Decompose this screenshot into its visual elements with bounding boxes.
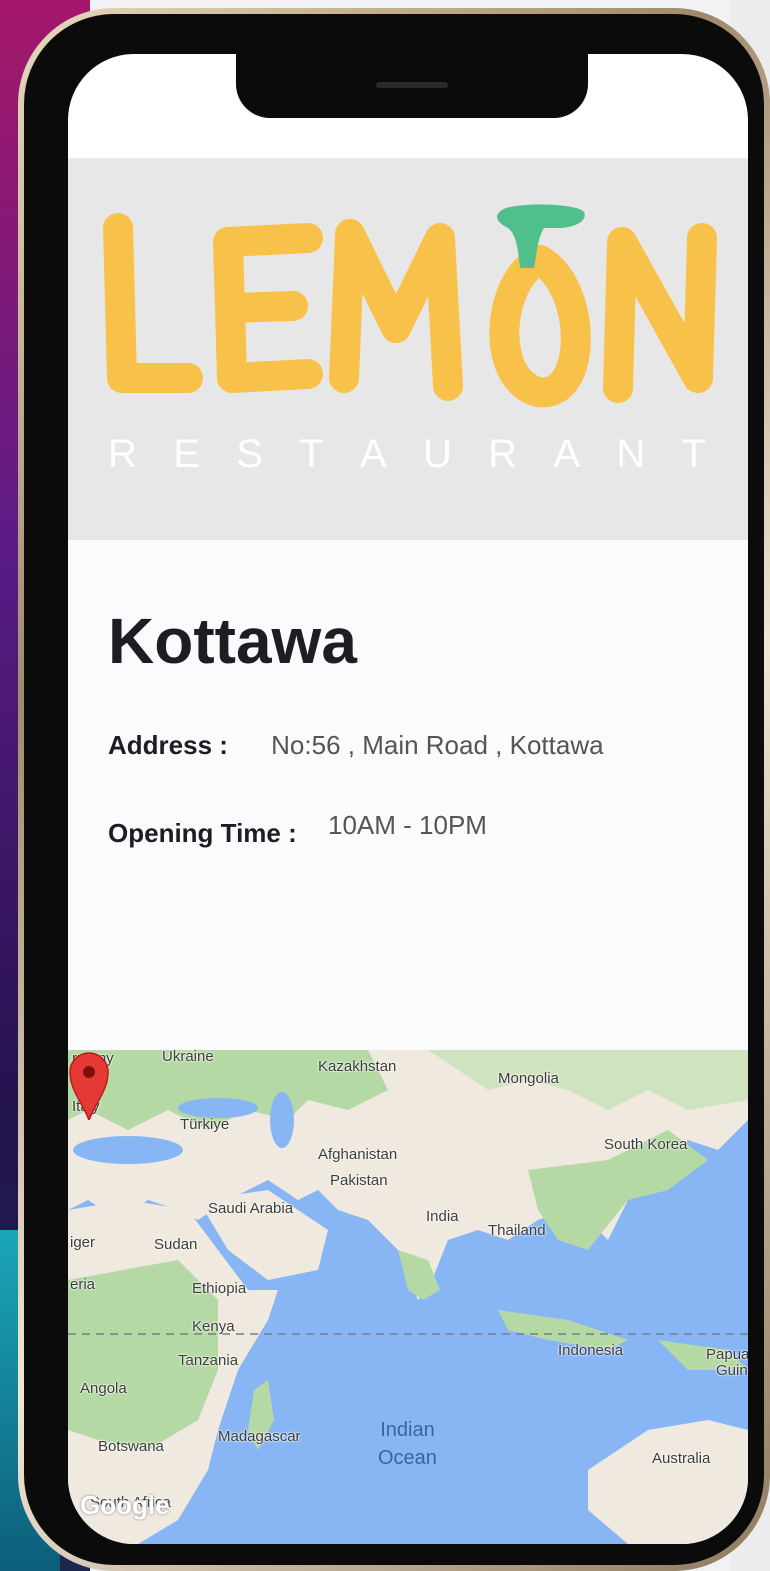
map-label-thailand: Thailand — [488, 1222, 546, 1239]
map-label-nigeria: eria — [70, 1276, 96, 1293]
map-label-saudi-arabia: Saudi Arabia — [208, 1200, 294, 1217]
location-map[interactable]: rmany Ukraine Kazakhstan Mongolia Italy … — [68, 1050, 748, 1544]
phone-screen: R E S T A U R A N T Kottawa Address : No… — [68, 54, 748, 1544]
map-label-angola: Angola — [80, 1380, 127, 1397]
tagline-restaurant: R E S T A U R A N T — [108, 432, 708, 477]
tagline-letter: T — [299, 432, 326, 476]
map-label-tanzania: Tanzania — [178, 1352, 239, 1369]
ocean-label-line1: Indian — [380, 1419, 435, 1441]
opening-time-row: Opening Time : 10AM - 10PM — [108, 810, 487, 849]
map-label-papua-2: Guin — [716, 1362, 748, 1379]
map-label-kenya: Kenya — [192, 1318, 235, 1335]
map-label-afghanistan: Afghanistan — [318, 1146, 398, 1163]
address-value: No:56 , Main Road , Kottawa — [271, 730, 604, 760]
map-label-ukraine: Ukraine — [162, 1050, 214, 1065]
map-label-sudan: Sudan — [154, 1236, 198, 1253]
map-label-niger: iger — [70, 1234, 96, 1251]
tagline-letter: S — [236, 432, 265, 476]
map-label-mongolia: Mongolia — [498, 1070, 559, 1087]
tagline-letter: R — [108, 432, 139, 476]
tagline-letter: T — [681, 432, 708, 476]
speaker-grille — [376, 82, 448, 88]
map-label-south-korea: South Korea — [604, 1136, 688, 1153]
tagline-letter: A — [553, 432, 583, 476]
map-label-turkiye: Türkiye — [180, 1116, 230, 1133]
tagline-letter: A — [359, 432, 389, 476]
tagline-letter: U — [422, 432, 454, 476]
tagline-letter: N — [616, 432, 648, 476]
branch-title: Kottawa — [108, 605, 357, 677]
ocean-label-line2: Ocean — [378, 1447, 437, 1469]
map-label-indonesia: Indonesia — [558, 1342, 624, 1359]
map-label-indian-ocean: Indian Ocean — [378, 1416, 437, 1472]
opening-time-value: 10AM - 10PM — [328, 810, 487, 840]
address-row: Address : No:56 , Main Road , Kottawa — [108, 730, 604, 761]
map-pin-icon[interactable] — [68, 1050, 110, 1120]
lemon-logo — [103, 204, 717, 408]
map-label-papua: Papua — [706, 1346, 748, 1363]
tagline-letter: E — [173, 432, 202, 476]
map-label-pakistan: Pakistan — [330, 1172, 388, 1189]
map-label-india: India — [426, 1208, 459, 1225]
map-label-botswana: Botswana — [98, 1438, 164, 1455]
map-label-madagascar: Madagascar — [218, 1428, 301, 1445]
map-label-kazakhstan: Kazakhstan — [318, 1058, 397, 1075]
opening-time-label: Opening Time : — [108, 818, 297, 848]
branch-info: Kottawa Address : No:56 , Main Road , Ko… — [68, 540, 748, 1050]
phone-frame: R E S T A U R A N T Kottawa Address : No… — [18, 8, 770, 1571]
tagline-letter: R — [488, 432, 520, 476]
restaurant-header: R E S T A U R A N T — [68, 158, 748, 540]
map-label-ethiopia: Ethiopia — [192, 1280, 247, 1297]
phone-notch — [236, 54, 588, 118]
map-label-australia: Australia — [652, 1450, 711, 1467]
phone-bezel: R E S T A U R A N T Kottawa Address : No… — [24, 14, 764, 1565]
address-label: Address : — [108, 730, 228, 760]
google-attribution[interactable]: Google — [80, 1490, 170, 1521]
